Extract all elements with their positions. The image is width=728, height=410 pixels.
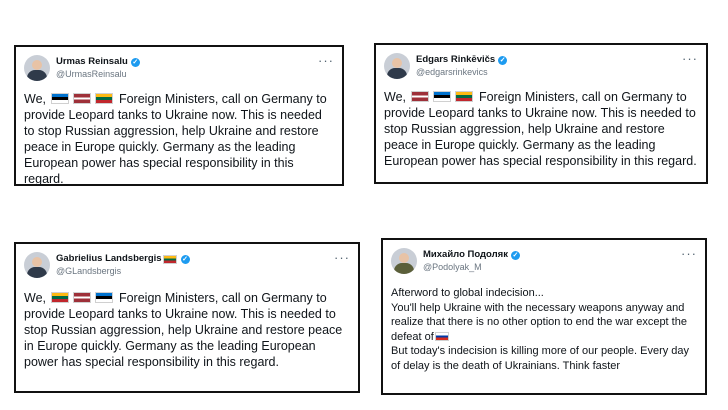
avatar[interactable] — [391, 248, 417, 274]
latvia-flag-icon — [73, 292, 92, 303]
display-name[interactable]: Urmas Reinsalu ✓ — [56, 56, 140, 68]
more-options-icon[interactable]: ··· — [318, 53, 334, 68]
tweet-line: Afterword to global indecision... — [391, 287, 544, 299]
user-handle[interactable]: @GLandsbergis — [56, 265, 190, 277]
latvia-flag-icon — [73, 93, 92, 104]
avatar[interactable] — [24, 55, 50, 81]
tweet-card-rinkevics: Edgars Rinkēvičs ✓ @edgarsrinkevics ··· … — [374, 43, 708, 184]
lithuania-flag-icon — [95, 93, 114, 104]
more-options-icon[interactable]: ··· — [682, 51, 698, 66]
tweet-line: You'll help Ukraine with the necessary w… — [391, 301, 687, 343]
estonia-flag-icon — [433, 91, 452, 102]
verified-badge-icon: ✓ — [498, 55, 508, 65]
display-name[interactable]: Михайло Подоляк ✓ — [423, 249, 520, 261]
lithuania-flag-icon — [51, 292, 70, 303]
tweet-header: Gabrielius Landsbergis ✓ @GLandsbergis ·… — [24, 250, 350, 282]
verified-badge-icon: ✓ — [180, 254, 190, 264]
latvia-flag-icon — [411, 91, 430, 102]
more-options-icon[interactable]: ··· — [334, 250, 350, 265]
tweet-text: Afterword to global indecision... You'll… — [391, 286, 697, 373]
verified-badge-icon: ✓ — [130, 57, 140, 67]
estonia-flag-icon — [95, 292, 114, 303]
tweet-header: Михайло Подоляк ✓ @Podolyak_M ··· — [391, 246, 697, 278]
tweet-card-podolyak: Михайло Подоляк ✓ @Podolyak_M ··· Afterw… — [381, 238, 707, 395]
tweet-header: Urmas Reinsalu ✓ @UrmasReinsalu ··· — [24, 53, 334, 85]
estonia-flag-icon — [51, 93, 70, 104]
tweet-header: Edgars Rinkēvičs ✓ @edgarsrinkevics ··· — [384, 51, 698, 83]
more-options-icon[interactable]: ··· — [681, 246, 697, 261]
lithuania-flag-icon — [455, 91, 474, 102]
avatar[interactable] — [24, 252, 50, 278]
tweet-text: We, Foreign Ministers, call on Germany t… — [24, 92, 327, 186]
user-handle[interactable]: @UrmasReinsalu — [56, 68, 140, 80]
tweet-card-landsbergis: Gabrielius Landsbergis ✓ @GLandsbergis ·… — [14, 242, 360, 393]
display-name[interactable]: Edgars Rinkēvičs ✓ — [416, 54, 508, 66]
russia-flag-icon — [434, 331, 449, 341]
tweet-card-reinsalu: Urmas Reinsalu ✓ @UrmasReinsalu ··· We, … — [14, 45, 344, 186]
user-handle[interactable]: @Podolyak_M — [423, 261, 520, 273]
lithuania-flag-icon — [162, 254, 177, 264]
user-handle[interactable]: @edgarsrinkevics — [416, 66, 507, 78]
tweet-line: But today's indecision is killing more o… — [391, 345, 690, 372]
avatar[interactable] — [384, 53, 410, 79]
verified-badge-icon: ✓ — [510, 250, 520, 260]
display-name[interactable]: Gabrielius Landsbergis ✓ — [56, 253, 190, 265]
tweet-text: We, Foreign Ministers, call on Germany t… — [384, 90, 697, 168]
tweet-text: We, Foreign Ministers, call on Germany t… — [24, 291, 343, 369]
